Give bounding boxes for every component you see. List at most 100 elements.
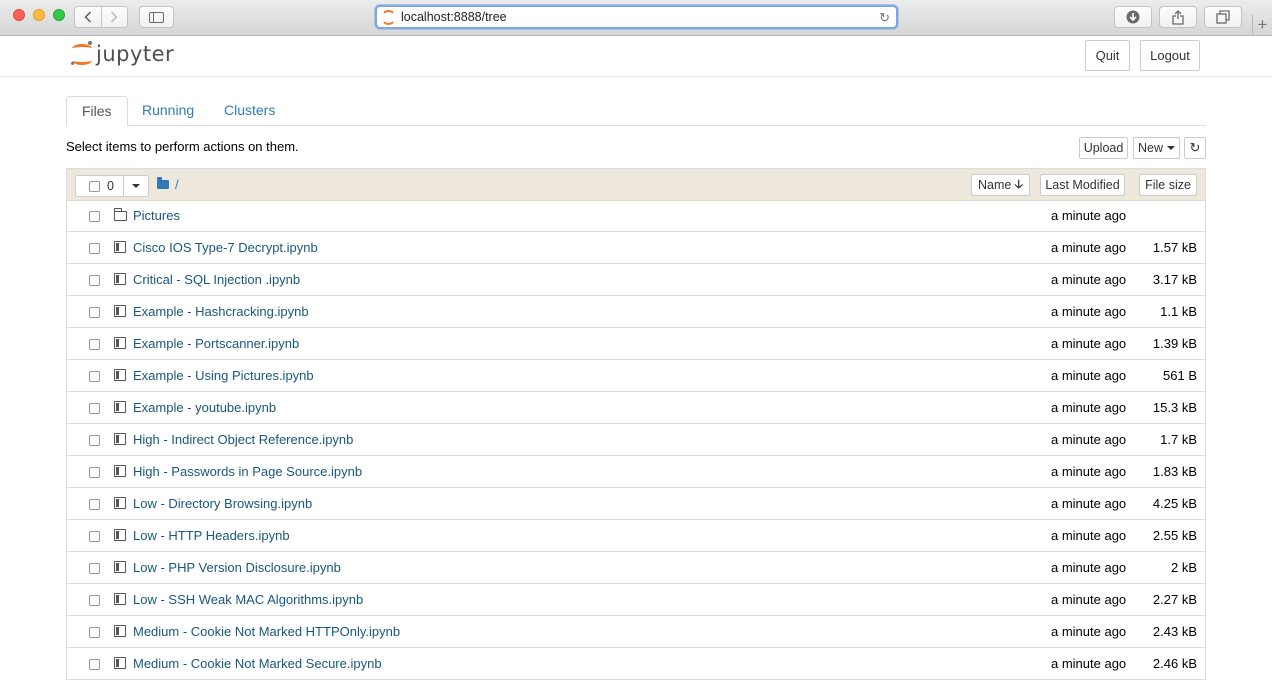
list-item[interactable]: Pictures a minute ago xyxy=(67,200,1205,232)
item-checkbox[interactable] xyxy=(89,211,100,222)
tab-running[interactable]: Running xyxy=(127,96,209,126)
upload-button[interactable]: Upload xyxy=(1079,137,1128,159)
list-item[interactable]: Critical - SQL Injection .ipynb a minute … xyxy=(67,264,1205,296)
tab-clusters[interactable]: Clusters xyxy=(209,96,290,126)
item-name-link[interactable]: Medium - Cookie Not Marked Secure.ipynb xyxy=(133,656,382,671)
list-item[interactable]: Example - Using Pictures.ipynb a minute a… xyxy=(67,360,1205,392)
item-checkbox[interactable] xyxy=(89,563,100,574)
item-checkbox[interactable] xyxy=(89,659,100,670)
refresh-button[interactable]: ↻ xyxy=(1184,137,1206,159)
zoom-window-button[interactable] xyxy=(53,9,65,21)
item-name-link[interactable]: High - Indirect Object Reference.ipynb xyxy=(133,432,353,447)
item-name-link[interactable]: Low - HTTP Headers.ipynb xyxy=(133,528,290,543)
item-name-link[interactable]: Pictures xyxy=(133,208,180,223)
item-size: 2.27 kB xyxy=(1152,592,1197,607)
list-item[interactable]: High - Passwords in Page Source.ipynb a m… xyxy=(67,456,1205,488)
item-checkbox[interactable] xyxy=(89,467,100,478)
item-checkbox[interactable] xyxy=(89,435,100,446)
item-modified: a minute ago xyxy=(1051,368,1127,383)
jupyter-header: jupyter Quit Logout xyxy=(0,36,1272,77)
list-item[interactable]: Medium - Cookie Not Marked Secure.ipynb a… xyxy=(67,648,1205,680)
item-name-link[interactable]: Example - Hashcracking.ipynb xyxy=(133,304,309,319)
reload-icon[interactable]: ↻ xyxy=(879,10,890,26)
item-checkbox[interactable] xyxy=(89,275,100,286)
item-size: 4.25 kB xyxy=(1152,496,1197,511)
item-name-link[interactable]: Low - PHP Version Disclosure.ipynb xyxy=(133,560,341,575)
select-all-group: 0 xyxy=(75,175,149,197)
list-item[interactable]: Example - youtube.ipynb a minute ago 15.3 … xyxy=(67,392,1205,424)
list-item[interactable]: Cisco IOS Type-7 Decrypt.ipynb a minute a… xyxy=(67,232,1205,264)
notebook-icon xyxy=(114,337,126,349)
list-item[interactable]: Low - PHP Version Disclosure.ipynb a minu… xyxy=(67,552,1205,584)
item-checkbox[interactable] xyxy=(89,307,100,318)
new-button[interactable]: New xyxy=(1133,137,1180,159)
notebook-icon xyxy=(114,241,126,253)
jupyter-logo-icon xyxy=(70,41,94,67)
sort-by-name-button[interactable]: Name 🡣 xyxy=(971,174,1030,196)
list-item[interactable]: Low - HTTP Headers.ipynb a minute ago 2.55… xyxy=(67,520,1205,552)
item-checkbox[interactable] xyxy=(89,243,100,254)
breadcrumb-root[interactable]: / xyxy=(175,177,179,192)
item-name-link[interactable]: Medium - Cookie Not Marked HTTPOnly.ipyn… xyxy=(133,624,400,639)
item-size: 1.83 kB xyxy=(1152,464,1197,479)
item-checkbox[interactable] xyxy=(89,499,100,510)
item-checkbox[interactable] xyxy=(89,371,100,382)
notebook-icon xyxy=(114,465,126,477)
back-forward-group xyxy=(74,6,128,28)
share-icon[interactable] xyxy=(1159,6,1197,28)
notebook-icon xyxy=(114,369,126,381)
sort-by-modified-button[interactable]: Last Modified xyxy=(1040,174,1125,196)
list-item[interactable]: Example - Portscanner.ipynb a minute ago 1… xyxy=(67,328,1205,360)
notebook-icon xyxy=(114,529,126,541)
tabs-icon[interactable] xyxy=(1204,6,1242,28)
close-window-button[interactable] xyxy=(13,9,25,21)
select-menu-dropdown[interactable] xyxy=(123,176,148,196)
list-item[interactable]: Low - SSH Weak MAC Algorithms.ipynb a min… xyxy=(67,584,1205,616)
item-modified: a minute ago xyxy=(1051,208,1127,223)
item-name-link[interactable]: Example - youtube.ipynb xyxy=(133,400,276,415)
item-checkbox[interactable] xyxy=(89,627,100,638)
sort-name-label: Name xyxy=(978,178,1012,192)
item-size: 1.39 kB xyxy=(1152,336,1197,351)
list-item[interactable]: Low - Directory Browsing.ipynb a minute a… xyxy=(67,488,1205,520)
item-name-link[interactable]: Example - Portscanner.ipynb xyxy=(133,336,299,351)
item-size: 1.57 kB xyxy=(1152,240,1197,255)
item-checkbox[interactable] xyxy=(89,339,100,350)
item-name-link[interactable]: Critical - SQL Injection .ipynb xyxy=(133,272,300,287)
notebook-icon xyxy=(114,433,126,445)
tab-files[interactable]: Files xyxy=(66,96,128,127)
chevron-down-icon xyxy=(132,184,140,188)
sort-by-size-button[interactable]: File size xyxy=(1139,174,1197,196)
item-name-link[interactable]: Low - SSH Weak MAC Algorithms.ipynb xyxy=(133,592,363,607)
minimize-window-button[interactable] xyxy=(33,9,45,21)
item-size: 561 B xyxy=(1163,368,1197,383)
chevron-down-icon xyxy=(1167,146,1175,150)
folder-icon xyxy=(157,177,169,189)
item-size: 15.3 kB xyxy=(1152,400,1197,415)
logout-button[interactable]: Logout xyxy=(1140,40,1200,71)
item-name-link[interactable]: Example - Using Pictures.ipynb xyxy=(133,368,314,383)
item-checkbox[interactable] xyxy=(89,403,100,414)
new-tab-icon[interactable]: + xyxy=(1252,15,1272,36)
quit-button[interactable]: Quit xyxy=(1085,40,1130,71)
item-modified: a minute ago xyxy=(1051,656,1127,671)
item-name-link[interactable]: Cisco IOS Type-7 Decrypt.ipynb xyxy=(133,240,318,255)
list-item[interactable]: Example - Hashcracking.ipynb a minute ago… xyxy=(67,296,1205,328)
item-checkbox[interactable] xyxy=(89,595,100,606)
download-icon[interactable] xyxy=(1114,6,1152,28)
back-icon[interactable] xyxy=(75,7,101,27)
item-checkbox[interactable] xyxy=(89,531,100,542)
address-bar[interactable]: localhost:8888/tree ↻ xyxy=(375,5,898,29)
notebook-icon xyxy=(114,401,126,413)
item-name-link[interactable]: Low - Directory Browsing.ipynb xyxy=(133,496,312,511)
select-all-checkbox[interactable] xyxy=(89,180,100,192)
jupyter-logo[interactable]: jupyter xyxy=(70,41,174,67)
breadcrumb[interactable]: / xyxy=(157,177,179,192)
item-name-link[interactable]: High - Passwords in Page Source.ipynb xyxy=(133,464,362,479)
item-size: 2.43 kB xyxy=(1152,624,1197,639)
list-item[interactable]: Medium - Cookie Not Marked HTTPOnly.ipyn… xyxy=(67,616,1205,648)
list-item[interactable]: High - Indirect Object Reference.ipynb a … xyxy=(67,424,1205,456)
forward-icon[interactable] xyxy=(100,7,127,27)
sidebar-icon[interactable] xyxy=(139,6,174,28)
item-modified: a minute ago xyxy=(1051,560,1127,575)
